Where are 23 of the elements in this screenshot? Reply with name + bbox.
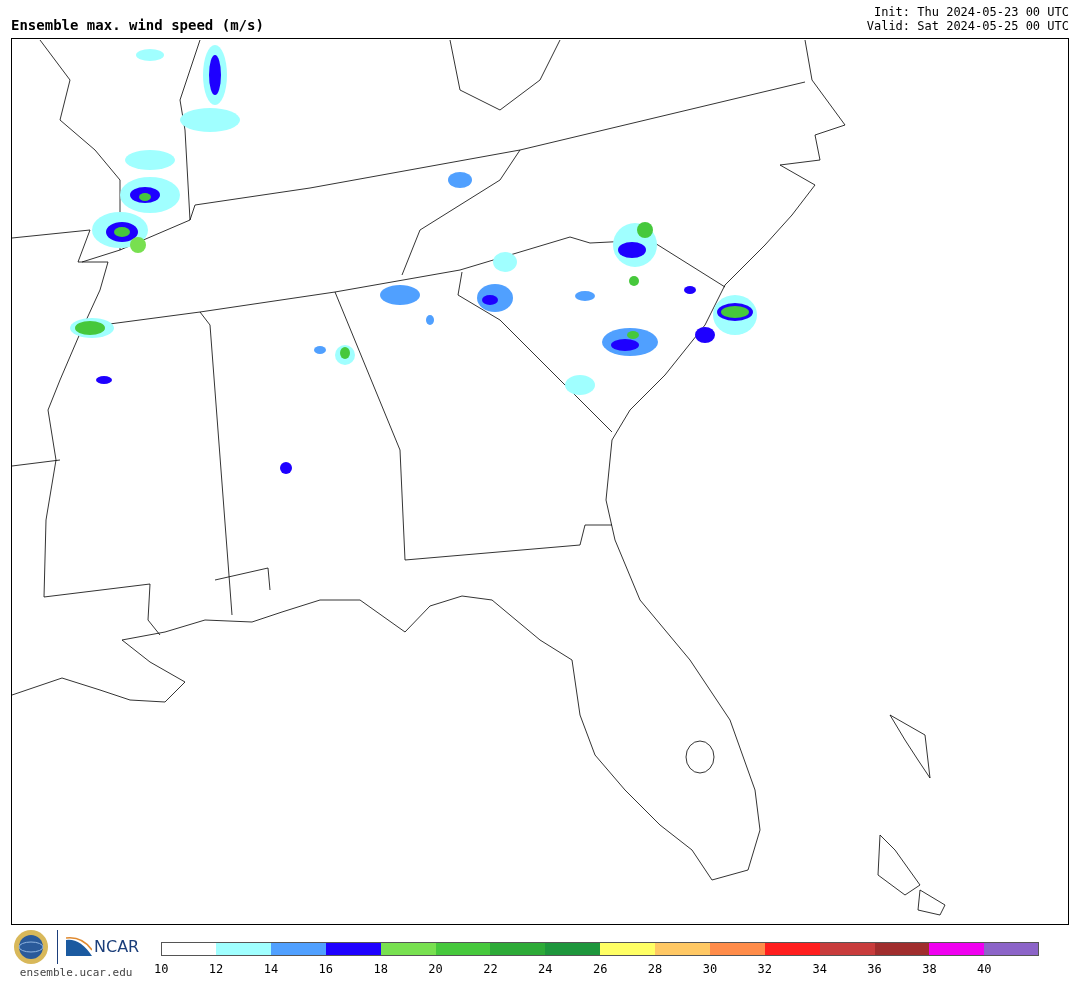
tick-label: 14 — [263, 961, 279, 978]
tick-label: 18 — [373, 961, 388, 978]
tick-label: 24 — [538, 961, 553, 978]
tick-label: 16 — [318, 961, 334, 978]
tick-label: 20 — [428, 961, 443, 978]
tick-label: 28 — [647, 961, 663, 978]
tick-label: 36 — [867, 961, 882, 978]
tick-label: 32 — [757, 961, 773, 978]
init-time: Init: Thu 2024-05-23 00 UTC — [872, 5, 1069, 19]
tick-label: 34 — [812, 961, 827, 978]
tick-label: 22 — [483, 961, 498, 978]
website-url: ensemble.ucar.edu — [19, 965, 133, 981]
chart-title: Ensemble max. wind speed (m/s) — [11, 16, 264, 35]
tick-label: 40 — [977, 961, 992, 978]
tick-label: 26 — [593, 961, 608, 978]
tick-label: 30 — [702, 961, 718, 978]
swoosh-icon — [66, 936, 92, 958]
globe-seal-icon — [13, 929, 49, 965]
valid-time: Valid: Sat 2024-05-25 00 UTC — [866, 19, 1069, 33]
tick-label: 38 — [922, 961, 937, 978]
tick-label: 10 — [154, 961, 169, 978]
tick-label: 12 — [208, 961, 224, 978]
logo-text: NCAR — [94, 936, 140, 958]
